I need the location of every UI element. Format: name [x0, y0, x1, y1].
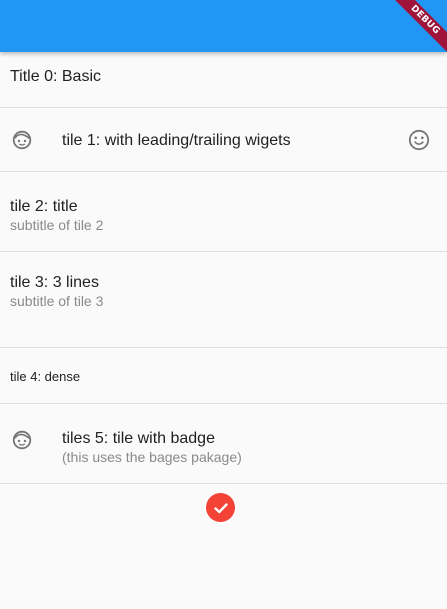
tile-subtitle: subtitle of tile 3	[10, 293, 104, 309]
tile-title: tile 3: 3 lines	[10, 274, 99, 291]
badge-check-button[interactable]	[206, 493, 235, 522]
face-icon	[12, 130, 32, 150]
list-tile-three-line[interactable]: tile 3: 3 lines subtitle of tile 3	[0, 252, 447, 348]
list-tile-dense[interactable]: tile 4: dense	[0, 348, 447, 404]
tile-list: Title 0: Basic tile 1: with leading/trai…	[0, 52, 447, 484]
face-icon	[12, 430, 32, 450]
tile-title: Title 0: Basic	[10, 68, 101, 85]
tile-title: tile 2: title	[10, 198, 78, 215]
smiley-icon	[408, 129, 430, 151]
list-tile-leading-trailing[interactable]: tile 1: with leading/trailing wigets	[0, 108, 447, 172]
tile-subtitle: subtitle of tile 2	[10, 217, 104, 233]
list-tile-basic[interactable]: Title 0: Basic	[0, 52, 447, 108]
list-tile-badge[interactable]: tiles 5: tile with badge (this uses the …	[0, 404, 447, 484]
tile-title: tiles 5: tile with badge	[62, 430, 215, 447]
app-bar: DEBUG	[0, 0, 447, 52]
check-icon	[213, 500, 229, 516]
tile-title: tile 1: with leading/trailing wigets	[62, 132, 291, 149]
list-tile-title-subtitle[interactable]: tile 2: title subtitle of tile 2	[0, 172, 447, 252]
tile-subtitle: (this uses the bages pakage)	[62, 449, 242, 465]
tile-title: tile 4: dense	[10, 369, 81, 384]
debug-banner: DEBUG	[386, 0, 447, 52]
